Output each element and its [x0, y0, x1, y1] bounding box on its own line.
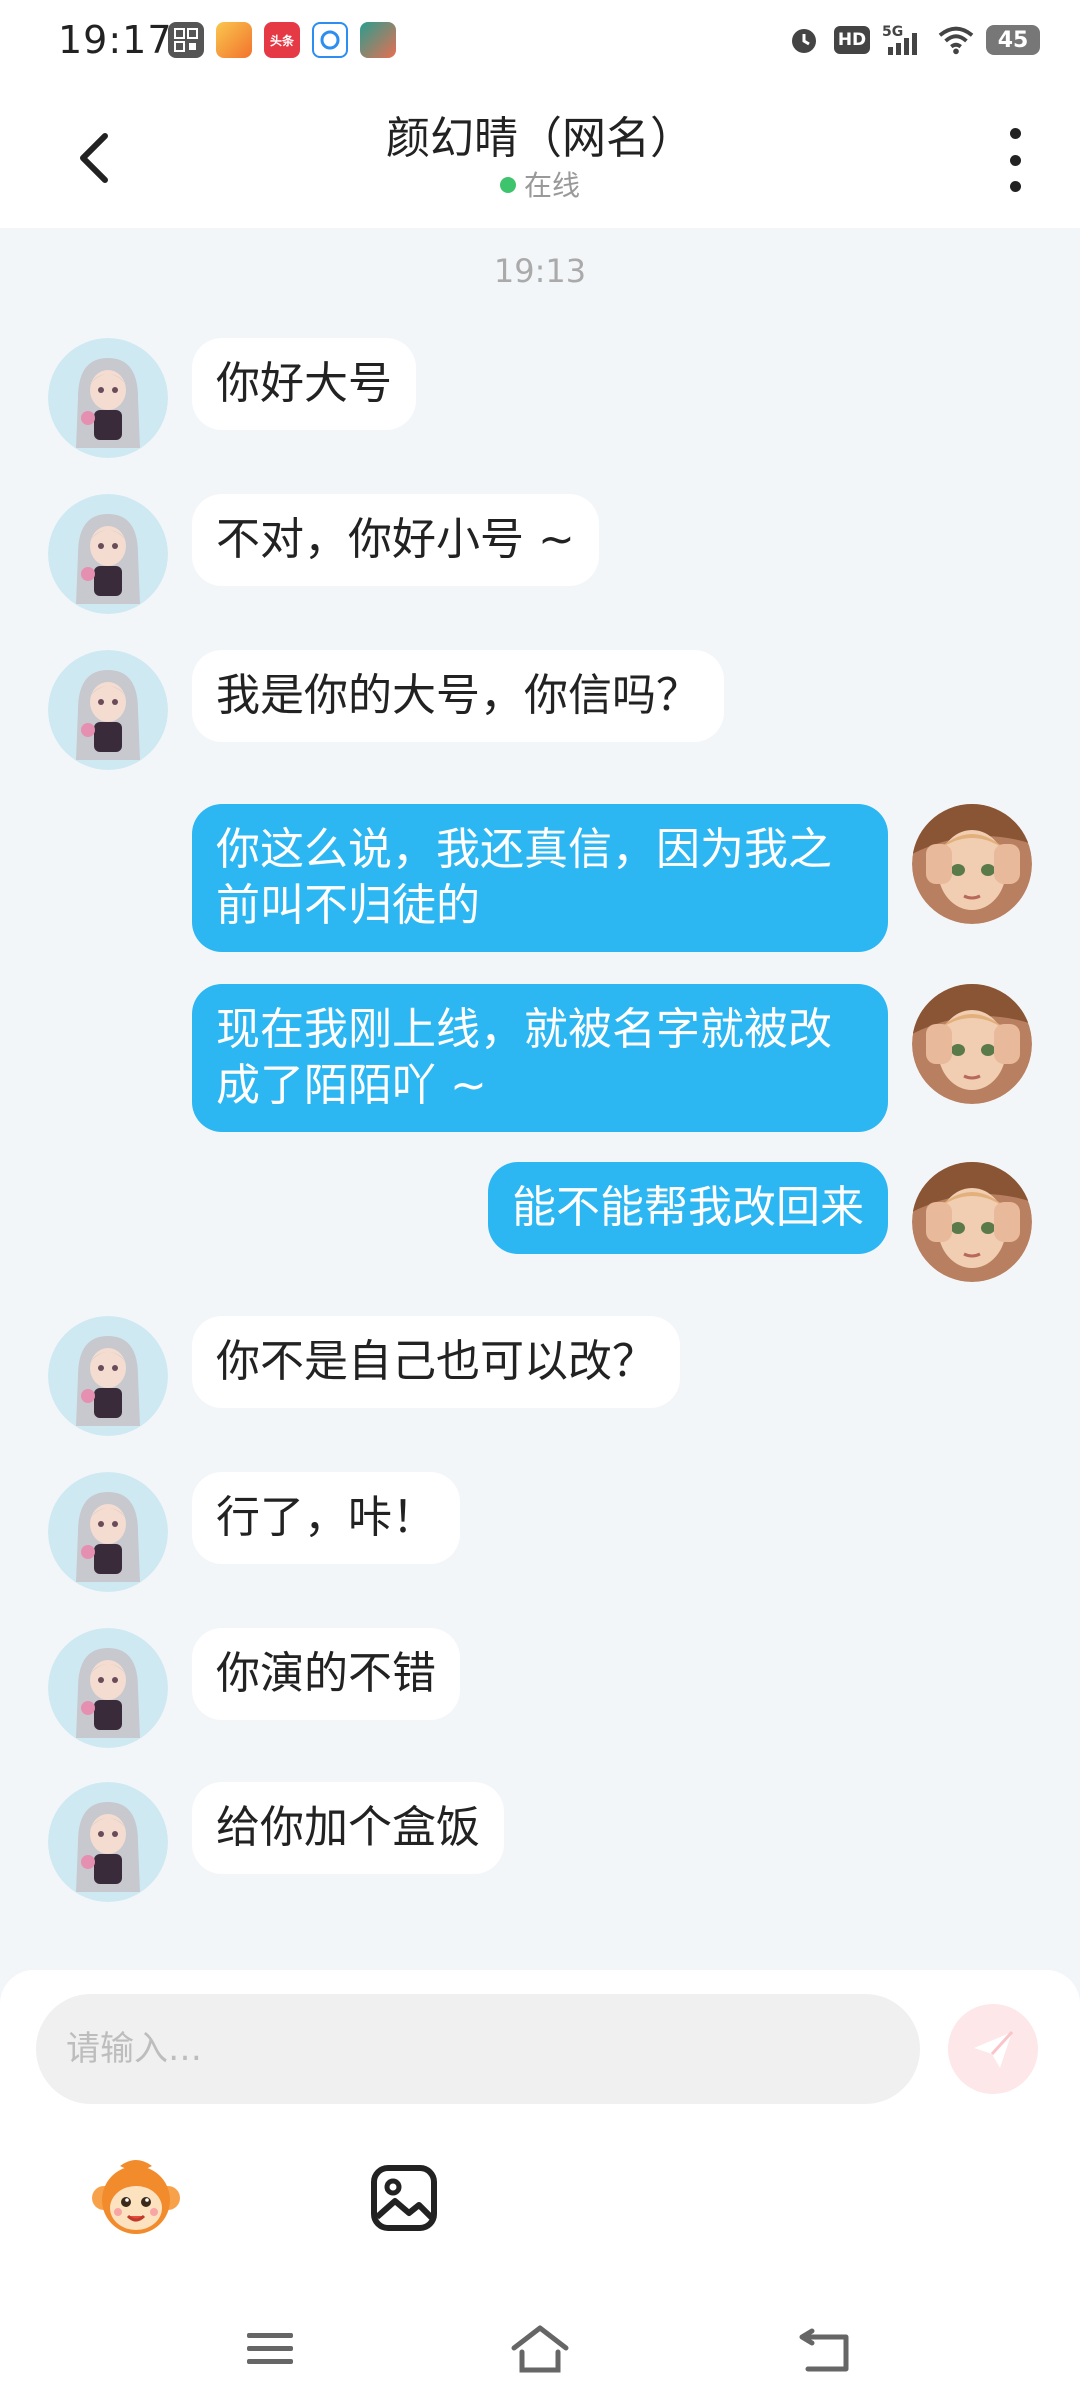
contact-avatar[interactable] — [48, 650, 168, 770]
alarm-icon — [786, 22, 822, 58]
more-options-button[interactable] — [990, 128, 1040, 192]
menu-nav-button[interactable] — [225, 2314, 315, 2384]
more-dot-icon — [1009, 128, 1021, 139]
chat-header: 颜幻晴（网名） 在线 — [0, 82, 1080, 228]
message-bubble[interactable]: 我是你的大号，你信吗？ — [192, 650, 724, 742]
contact-avatar[interactable] — [48, 1782, 168, 1902]
user-avatar[interactable] — [912, 804, 1032, 924]
message-bubble[interactable]: 你演的不错 — [192, 1628, 460, 1720]
contact-avatar[interactable] — [48, 494, 168, 614]
status-bar: 19:17 头条 HD 5G 45 — [0, 0, 1080, 82]
toutiao-app-icon: 头条 — [264, 22, 300, 58]
online-dot-icon — [499, 177, 516, 193]
game2-app-icon — [360, 22, 396, 58]
browser-app-icon — [312, 22, 348, 58]
emoji-button[interactable] — [86, 2148, 186, 2248]
user-avatar[interactable] — [912, 1162, 1032, 1282]
system-nav-bar — [0, 2290, 1080, 2408]
hd-icon: HD — [833, 22, 871, 58]
status-indicators: HD 5G 45 — [786, 22, 1040, 58]
chat-screen: 19:17 头条 HD 5G 45 颜幻晴（网名） 在线 19:13 你好大号 … — [0, 0, 1080, 2408]
online-status-text: 在线 — [523, 169, 580, 202]
contact-name: 颜幻晴（网名） — [386, 113, 694, 164]
message-bubble[interactable]: 不对，你好小号 ~ — [192, 494, 599, 586]
contact-avatar[interactable] — [48, 1628, 168, 1748]
send-icon — [974, 2030, 1014, 2068]
message-bubble[interactable]: 你好大号 — [192, 338, 416, 430]
game-app-icon — [216, 22, 252, 58]
message-timestamp: 19:13 — [493, 252, 587, 290]
wifi-icon — [938, 22, 974, 58]
notification-app-icons: 头条 — [168, 22, 396, 58]
more-dot-icon — [1009, 181, 1021, 192]
message-bubble[interactable]: 现在我刚上线，就被名字就被改成了陌陌吖 ~ — [192, 984, 888, 1132]
contact-avatar[interactable] — [48, 1472, 168, 1592]
monkey-emoji-icon — [92, 2160, 180, 2234]
online-status: 在线 — [0, 164, 1080, 204]
image-button[interactable] — [354, 2148, 454, 2248]
menu-icon — [247, 2333, 293, 2364]
message-bubble[interactable]: 能不能帮我改回来 — [488, 1162, 888, 1254]
signal-5g-icon: 5G — [882, 22, 926, 58]
message-bubble[interactable]: 给你加个盒饭 — [192, 1782, 504, 1874]
contact-avatar[interactable] — [48, 1316, 168, 1436]
home-nav-button[interactable] — [495, 2314, 585, 2384]
send-button[interactable] — [948, 2004, 1038, 2094]
qr-app-icon — [168, 22, 204, 58]
battery-icon: 45 — [986, 25, 1040, 55]
image-icon — [371, 2165, 437, 2231]
status-time: 19:17 — [58, 18, 173, 62]
back-arrow-icon — [799, 2328, 849, 2372]
home-icon — [511, 2325, 569, 2373]
user-avatar[interactable] — [912, 984, 1032, 1104]
network-label: 5G — [882, 24, 903, 40]
back-nav-button[interactable] — [780, 2314, 870, 2384]
contact-avatar[interactable] — [48, 338, 168, 458]
message-bubble[interactable]: 你这么说，我还真信，因为我之前叫不归徒的 — [192, 804, 888, 952]
message-bubble[interactable]: 你不是自己也可以改？ — [192, 1316, 680, 1408]
message-input[interactable] — [36, 1994, 920, 2104]
more-dot-icon — [1009, 154, 1021, 166]
message-bubble[interactable]: 行了，咔！ — [192, 1472, 460, 1564]
